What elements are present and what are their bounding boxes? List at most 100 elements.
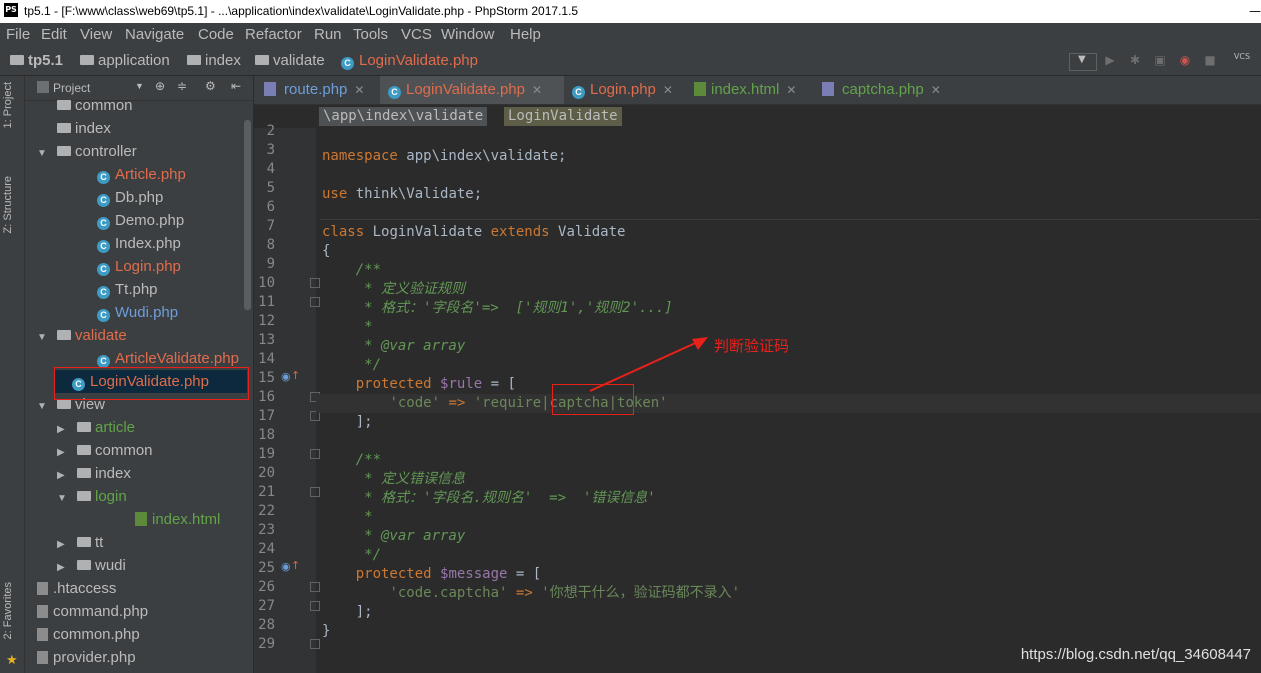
menu-file[interactable]: File [6, 26, 30, 43]
project-view-selector[interactable]: Project [53, 81, 90, 95]
menu-view[interactable]: View [80, 26, 112, 43]
php-class-icon: C [97, 171, 110, 184]
gear-icon[interactable]: ⚙ [205, 79, 216, 93]
tree-item[interactable]: C Db.php [57, 186, 163, 209]
run-icon[interactable]: ▶ [1103, 53, 1117, 67]
expand-arrow-icon[interactable]: ▼ [37, 395, 51, 418]
override-marker-icon[interactable]: ◉ [281, 370, 291, 383]
tree-item[interactable]: .htaccess [37, 577, 116, 600]
project-scrollbar[interactable] [244, 120, 251, 310]
vcs-update-icon[interactable]: VCS [1233, 50, 1251, 64]
tree-item[interactable]: ▶ wudi [57, 554, 126, 577]
tab-login-php[interactable]: C Login.php ✕ [564, 76, 696, 104]
breadcrumb-application[interactable]: application [80, 52, 170, 69]
breadcrumb-index[interactable]: index [187, 52, 241, 69]
stop-icon[interactable]: ■ [1203, 53, 1217, 67]
tab-route-php[interactable]: route.php ✕ [254, 76, 380, 104]
coverage-icon[interactable]: ▣ [1153, 53, 1167, 67]
php-class-icon: C [341, 57, 354, 70]
tree-item-label: Index.php [115, 235, 181, 252]
line-number: 22 [258, 503, 275, 519]
editor-tabs: route.php ✕ C LoginValidate.php ✕ C Login.ph… [254, 76, 1261, 105]
class-crumb[interactable]: LoginValidate [504, 107, 622, 126]
code-line-25: protected $message = [ [355, 566, 542, 582]
close-icon[interactable]: ✕ [931, 83, 941, 97]
chevron-down-icon[interactable]: ▼ [135, 81, 144, 91]
close-icon[interactable]: ✕ [532, 83, 542, 97]
collapse-arrow-icon[interactable]: ▶ [57, 533, 71, 556]
tree-item[interactable]: C Article.php [57, 163, 186, 186]
tree-item[interactable]: ▶ index [57, 462, 131, 485]
tree-item[interactable]: ▶ article [57, 416, 135, 439]
tree-item[interactable]: common [37, 94, 133, 117]
window-title: tp5.1 - [F:\www\class\web69\tp5.1] - ...… [24, 4, 579, 18]
tree-item[interactable]: C Demo.php [57, 209, 184, 232]
menu-help[interactable]: Help [510, 26, 541, 43]
hide-panel-icon[interactable]: ⇤ [231, 79, 241, 93]
folder-icon [77, 537, 91, 547]
tree-item[interactable]: index [37, 117, 111, 140]
tree-item[interactable]: index.html [77, 508, 220, 531]
tree-item[interactable]: command.php [37, 600, 148, 623]
breadcrumb-tp5-1[interactable]: tp5.1 [10, 52, 63, 69]
tree-item-label: Db.php [115, 189, 164, 206]
favorites-tool-tab[interactable]: 2: Favorites [2, 582, 14, 639]
folder-icon [77, 468, 91, 478]
close-icon[interactable]: ✕ [354, 83, 364, 97]
override-marker-icon[interactable]: ◉ [281, 560, 291, 573]
tab-loginvalidate-php[interactable]: C LoginValidate.php ✕ [380, 76, 564, 104]
close-icon[interactable]: ✕ [786, 83, 796, 97]
expand-arrow-icon[interactable]: ▼ [57, 487, 71, 510]
collapse-arrow-icon[interactable]: ▶ [57, 464, 71, 487]
expand-arrow-icon[interactable]: ▼ [37, 326, 51, 349]
debug-icon[interactable]: ✱ [1128, 53, 1142, 67]
collapse-icon[interactable]: ≑ [177, 79, 187, 93]
collapse-arrow-icon[interactable]: ▶ [57, 418, 71, 441]
locate-icon[interactable]: ⊕ [155, 79, 165, 93]
tree-item[interactable]: C Tt.php [57, 278, 158, 301]
menu-tools[interactable]: Tools [353, 26, 388, 43]
run-config-dropdown[interactable]: ▼ [1069, 53, 1097, 71]
minimize-button[interactable]: — [1249, 0, 1261, 23]
structure-tool-tab[interactable]: Z: Structure [2, 176, 14, 233]
tree-item[interactable]: ▼ validate [37, 324, 127, 347]
menu-vcs[interactable]: VCS [401, 26, 432, 43]
line-number: 25 [258, 560, 275, 576]
profile-icon[interactable]: ◉ [1178, 53, 1192, 67]
close-icon[interactable]: ✕ [663, 83, 673, 97]
php-class-icon: C [97, 194, 110, 207]
expand-arrow-icon[interactable]: ▼ [37, 142, 51, 165]
code-line-22: * [322, 509, 373, 525]
tree-item[interactable]: C Index.php [57, 232, 181, 255]
tree-item[interactable]: ▶ tt [57, 531, 103, 554]
breadcrumb-validate[interactable]: validate [255, 52, 325, 69]
line-number: 18 [258, 427, 275, 443]
menu-edit[interactable]: Edit [41, 26, 67, 43]
menu-refactor[interactable]: Refactor [245, 26, 302, 43]
tree-item[interactable]: ▼ login [57, 485, 127, 508]
collapse-arrow-icon[interactable]: ▶ [57, 441, 71, 464]
tree-item-label: Tt.php [115, 281, 158, 298]
tree-item[interactable]: ▼ controller [37, 140, 137, 163]
menu-navigate[interactable]: Navigate [125, 26, 184, 43]
namespace-crumb[interactable]: \app\index\validate [319, 107, 488, 126]
project-tool-tab[interactable]: 1: Project [2, 82, 14, 128]
tab-captcha-php[interactable]: captcha.php ✕ [822, 76, 952, 104]
tree-item[interactable]: C Login.php [57, 255, 181, 278]
tree-item[interactable]: provider.php [37, 646, 136, 669]
tree-item[interactable]: common.php [37, 623, 140, 646]
code-line-7: class LoginValidate extends Validate [322, 224, 626, 240]
menu-window[interactable]: Window [441, 26, 494, 43]
tree-item[interactable]: ▶ common [57, 439, 153, 462]
file-icon [37, 628, 48, 641]
menu-code[interactable]: Code [198, 26, 234, 43]
tree-item[interactable]: C Wudi.php [57, 301, 178, 324]
menu-run[interactable]: Run [314, 26, 342, 43]
code-editor-area[interactable]: namespace app\index\validate; use think\… [316, 128, 1261, 673]
collapse-arrow-icon[interactable]: ▶ [57, 556, 71, 579]
tab-index-html[interactable]: index.html ✕ [694, 76, 814, 104]
left-tool-strip: 1: Project Z: Structure 2: Favorites ★ [0, 76, 25, 673]
method-separator [320, 219, 1260, 220]
folder-icon [57, 123, 71, 133]
breadcrumb-loginvalidate[interactable]: C LoginValidate.php [341, 52, 478, 70]
